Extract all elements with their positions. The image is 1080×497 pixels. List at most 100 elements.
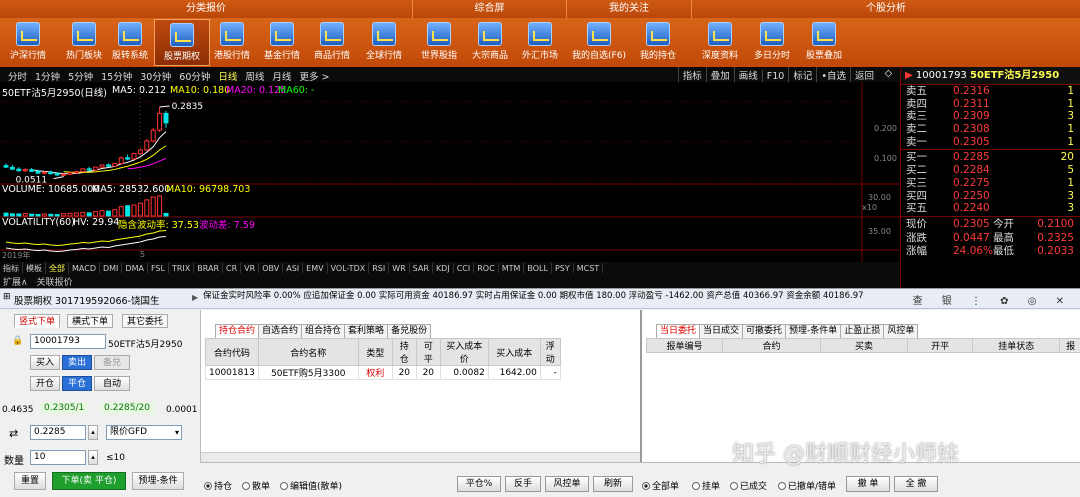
- reset-button[interactable]: 重置: [14, 472, 46, 490]
- panel-icons[interactable]: 查 银 ⋮ ✿ ◎ ✕: [913, 292, 1072, 307]
- orders-tab[interactable]: 风控单: [883, 324, 919, 338]
- positions-column-header[interactable]: 合约代码: [205, 338, 259, 366]
- chart-tool-button[interactable]: 返回: [849, 67, 878, 82]
- auto-button[interactable]: 自动: [94, 376, 130, 391]
- horizontal-scrollbar[interactable]: [201, 452, 640, 462]
- orders-column-header[interactable]: 报单编号: [645, 338, 724, 353]
- chart-tool-button[interactable]: 叠加: [705, 67, 734, 82]
- refresh-button[interactable]: 刷新: [593, 476, 633, 492]
- period-tab[interactable]: 分时: [4, 68, 31, 82]
- quantity-stepper[interactable]: ▴: [88, 450, 98, 465]
- close-position-button[interactable]: 平仓: [62, 376, 92, 391]
- indicator-tab[interactable]: PSY: [552, 263, 574, 273]
- table-row[interactable]: 10001813 50ETF购5月3300 权利 20 20 0.0082 1642.00-: [205, 365, 561, 380]
- indicator-tab[interactable]: MACD: [69, 263, 100, 273]
- indicator-tab[interactable]: ASI: [283, 263, 304, 273]
- period-tab[interactable]: 周线: [241, 68, 268, 82]
- period-tab[interactable]: 5分钟: [64, 68, 97, 82]
- open-button[interactable]: 开仓: [30, 376, 60, 391]
- orders-tab[interactable]: 止盈止损: [840, 324, 885, 338]
- bid-row[interactable]: 买四 0.2250 3: [901, 190, 1080, 203]
- positions-column-header[interactable]: 合约名称: [257, 338, 359, 366]
- bid-row[interactable]: 买一 0.2285 20: [901, 151, 1080, 164]
- toolbar-button-9[interactable]: 大宗商品: [462, 19, 518, 66]
- price-stepper[interactable]: ▴: [88, 425, 98, 440]
- bid-row[interactable]: 买二 0.2284 5: [901, 164, 1080, 177]
- orders-tab[interactable]: 可撤委托: [742, 324, 787, 338]
- indicator-tab[interactable]: DMI: [100, 263, 123, 273]
- period-tab[interactable]: 月线: [268, 68, 295, 82]
- positions-tab[interactable]: 持仓合约: [215, 324, 260, 338]
- price-type-select[interactable]: 限价GFD ▾: [106, 425, 182, 440]
- bid-quote[interactable]: 0.2285/20: [100, 402, 154, 414]
- indicator-tab[interactable]: MCST: [574, 263, 604, 273]
- indicator-tab[interactable]: RSI: [369, 263, 390, 273]
- orders-column-header[interactable]: 挂单状态: [972, 338, 1061, 353]
- submit-order-button[interactable]: 下单(卖 平仓): [52, 472, 126, 490]
- ask-row[interactable]: 卖四 0.2311 1: [901, 98, 1080, 111]
- ask-row[interactable]: 卖一 0.2305 1: [901, 136, 1080, 149]
- period-tab[interactable]: 30分钟: [136, 68, 175, 82]
- toolbar-button-14[interactable]: 多日分时: [744, 19, 800, 66]
- orders-tab[interactable]: 当日委托: [656, 324, 701, 338]
- lock-icon[interactable]: 🔒: [12, 336, 23, 346]
- radio-edit-value[interactable]: 编辑值(散单): [280, 479, 342, 492]
- tab-horizontal-order[interactable]: 横式下单: [67, 314, 114, 328]
- toolbar-button-15[interactable]: 股票叠加: [796, 19, 852, 66]
- radio-all-orders[interactable]: 全部单: [642, 479, 679, 492]
- orders-column-header[interactable]: 买卖: [820, 338, 908, 353]
- radio-scattered[interactable]: 散单: [242, 479, 270, 492]
- toolbar-button-4[interactable]: 港股行情: [204, 19, 260, 66]
- toolbar-button-7[interactable]: 全球行情: [356, 19, 412, 66]
- indicator-tab[interactable]: FSL: [148, 263, 169, 273]
- chart-tool-button[interactable]: F10: [761, 70, 789, 82]
- contract-code-input[interactable]: 10001793: [30, 334, 106, 349]
- close-percent-button[interactable]: 平仓%: [457, 476, 501, 492]
- toolbar-button-10[interactable]: 外汇市场: [512, 19, 568, 66]
- indicator-tab[interactable]: CR: [223, 263, 242, 273]
- indicator-tab[interactable]: 指标: [0, 262, 23, 274]
- toolbar-button-5[interactable]: 基金行情: [254, 19, 310, 66]
- indicator-tab[interactable]: VOL-TDX: [328, 263, 370, 273]
- toolbar-button-0[interactable]: 沪深行情: [0, 19, 56, 66]
- minimize-icon[interactable]: ◇: [881, 67, 896, 79]
- sell-button[interactable]: 卖出: [62, 355, 92, 370]
- chart-tool-button[interactable]: •自选: [816, 67, 850, 82]
- radio-cancelled[interactable]: 已撤单/错单: [778, 479, 836, 492]
- radio-holding[interactable]: 持仓: [204, 479, 232, 492]
- buy-button[interactable]: 买入: [30, 355, 60, 370]
- cancel-all-button[interactable]: 全 撤: [894, 476, 938, 492]
- bid-row[interactable]: 买五 0.2240 3: [901, 202, 1080, 215]
- indicator-tab[interactable]: BRAR: [194, 263, 224, 273]
- ask-quote[interactable]: 0.2305/1: [40, 402, 89, 414]
- cancel-order-button[interactable]: 撤 单: [846, 476, 890, 492]
- indicator-tab[interactable]: KDJ: [433, 263, 454, 273]
- related-quote-tab[interactable]: 关联报价: [33, 278, 75, 288]
- indicator-tab[interactable]: ROC: [474, 263, 499, 273]
- toolbar-button-12[interactable]: 我的持仓: [630, 19, 686, 66]
- positions-column-header[interactable]: 持仓: [391, 338, 417, 366]
- tab-other-order[interactable]: 其它委托: [122, 314, 169, 328]
- reverse-button[interactable]: 反手: [505, 476, 541, 492]
- period-tab[interactable]: 日线: [214, 68, 241, 82]
- toolbar-button-11[interactable]: 我的自选(F6): [571, 19, 627, 66]
- orders-column-header[interactable]: 合约: [722, 338, 821, 353]
- positions-tab[interactable]: 套利策略: [344, 324, 389, 338]
- extension-tab[interactable]: 扩展∧: [0, 278, 31, 288]
- indicator-tab[interactable]: 模板: [23, 262, 46, 274]
- chart-tool-button[interactable]: 画线: [733, 67, 762, 82]
- covered-button[interactable]: 备兑: [94, 355, 130, 370]
- indicator-tab[interactable]: EMV: [303, 263, 328, 273]
- tab-vertical-order[interactable]: 竖式下单: [14, 314, 61, 328]
- orders-tab[interactable]: 预埋-条件单: [785, 324, 842, 338]
- indicator-tab[interactable]: BOLL: [524, 263, 552, 273]
- orders-column-header[interactable]: 报: [1059, 338, 1080, 353]
- ask-row[interactable]: 卖五 0.2316 1: [901, 85, 1080, 98]
- positions-tab[interactable]: 备兑股份: [387, 324, 432, 338]
- preorder-button[interactable]: 预埋-条件: [132, 472, 184, 490]
- indicator-tab[interactable]: WR: [389, 263, 410, 273]
- radio-pending[interactable]: 挂单: [692, 479, 720, 492]
- positions-column-header[interactable]: 浮动: [539, 338, 561, 366]
- bid-row[interactable]: 买三 0.2275 1: [901, 177, 1080, 190]
- period-tab[interactable]: 1分钟: [31, 68, 64, 82]
